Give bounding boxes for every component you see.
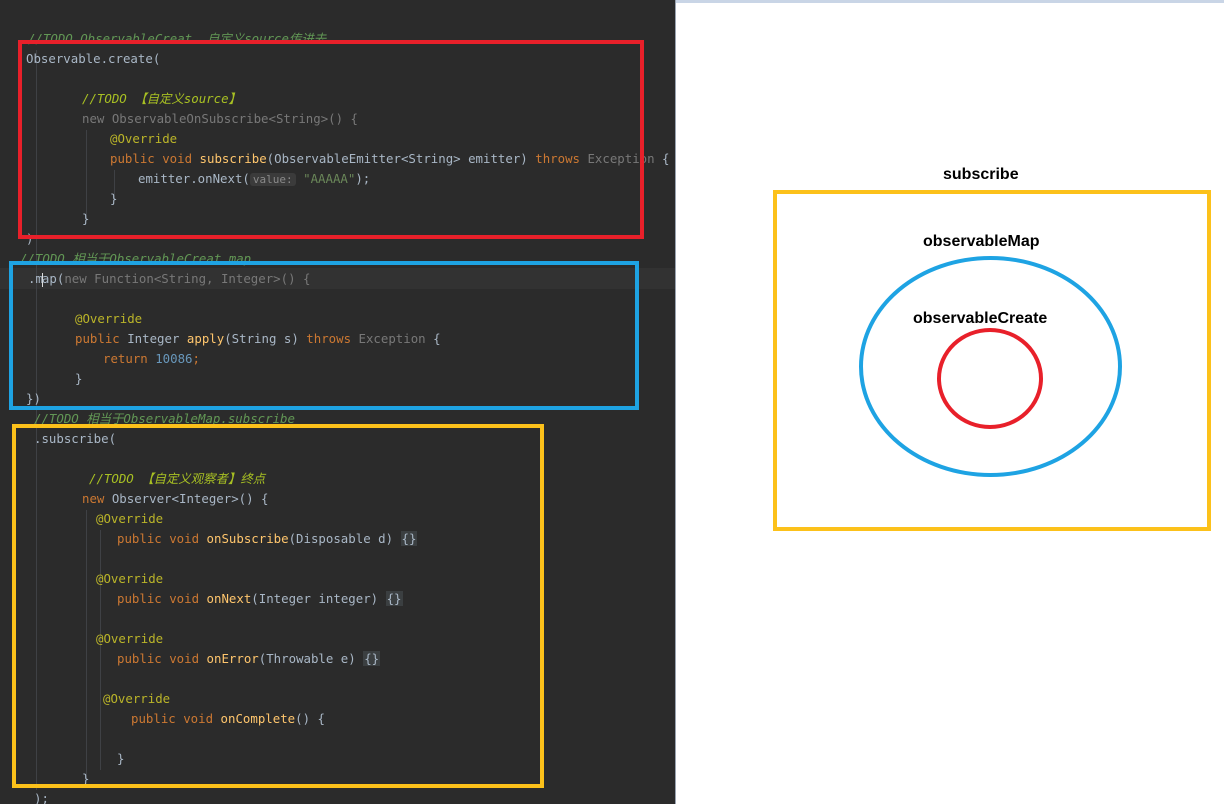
- observable-create-label: observableCreate: [913, 310, 1048, 327]
- observable-map-label: observableMap: [923, 233, 1040, 250]
- divider: [675, 0, 676, 804]
- observable-create-circle: [937, 328, 1043, 429]
- code-editor[interactable]: //TODO ObservableCreat 自定义source传进去 Obse…: [0, 0, 675, 804]
- observable-create-highlight: [18, 40, 644, 239]
- map-highlight: [9, 261, 639, 410]
- code-line: );: [34, 791, 49, 804]
- window-edge: [676, 0, 1224, 3]
- subscribe-label: subscribe: [943, 166, 1019, 183]
- subscribe-highlight: [12, 424, 544, 788]
